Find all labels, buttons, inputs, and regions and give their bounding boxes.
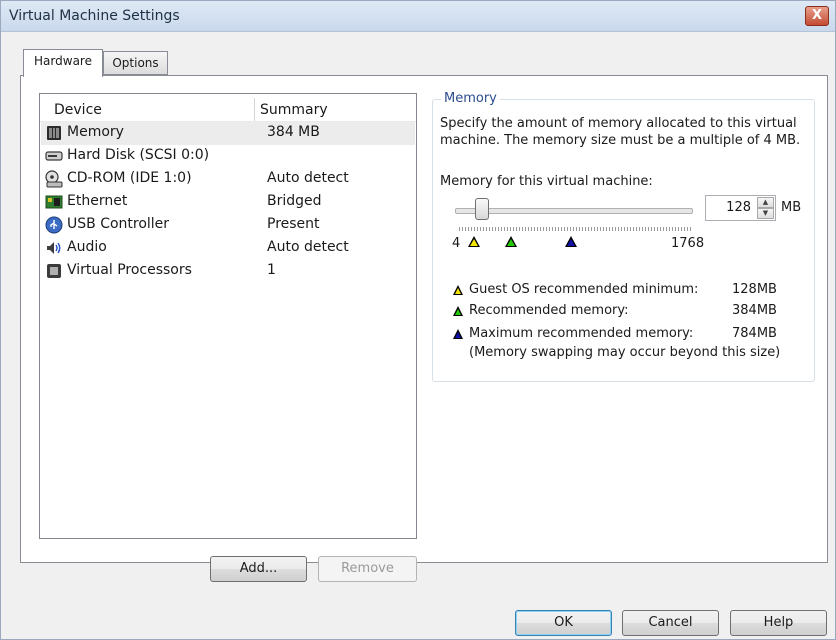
device-summary: Bridged (267, 193, 322, 209)
slider-max-label: 1768 (671, 236, 705, 251)
green-triangle-icon (453, 306, 463, 316)
memory-spinbox[interactable]: 128 ▲ ▼ (705, 195, 776, 221)
device-summary: 1 (267, 262, 276, 278)
device-summary: Auto detect (267, 170, 349, 186)
title-bar: Virtual Machine Settings X (1, 1, 835, 32)
device-row-hard-disk[interactable]: Hard Disk (SCSI 0:0) (41, 145, 415, 168)
device-name: CD-ROM (IDE 1:0) (67, 170, 192, 186)
memory-slider-thumb[interactable] (475, 198, 490, 220)
audio-icon (47, 242, 61, 254)
slider-marker-2 (565, 236, 578, 247)
tab-options[interactable]: Options (103, 51, 168, 75)
device-name: USB Controller (67, 216, 170, 232)
device-name: Ethernet (67, 193, 128, 209)
memory-unit: MB (781, 200, 802, 215)
legend-label: Maximum recommended memory: (469, 326, 694, 341)
device-row-cdrom[interactable]: CD-ROM (IDE 1:0) Auto detect (41, 168, 415, 191)
summary-column-header[interactable]: Summary (260, 102, 328, 118)
device-name: Memory (67, 124, 124, 140)
device-list[interactable]: Device Summary Memory 384 MB Hard Disk (… (39, 93, 417, 539)
slider-min-label: 4 (452, 236, 461, 251)
yellow-triangle-icon (453, 285, 463, 295)
blue-triangle-icon (453, 329, 463, 339)
memory-swap-note: (Memory swapping may occur beyond this s… (469, 345, 781, 360)
processor-icon (47, 264, 61, 278)
legend-label: Guest OS recommended minimum: (469, 282, 699, 297)
device-name: Hard Disk (SCSI 0:0) (67, 147, 210, 163)
remove-button[interactable]: Remove (318, 556, 417, 582)
device-row-ethernet[interactable]: Ethernet Bridged (41, 191, 415, 214)
legend-label: Recommended memory: (469, 303, 629, 318)
memory-description: Specify the amount of memory allocated t… (440, 116, 801, 148)
spin-up-button[interactable]: ▲ (757, 197, 774, 208)
device-summary: 384 MB (267, 124, 320, 140)
spin-down-button[interactable]: ▼ (757, 208, 774, 219)
device-column-header[interactable]: Device (54, 102, 102, 118)
device-row-processors[interactable]: Virtual Processors 1 (41, 260, 415, 283)
device-name: Virtual Processors (67, 262, 192, 278)
device-summary: Present (267, 216, 320, 232)
legend-value: 784MB (732, 326, 777, 341)
cancel-button[interactable]: Cancel (622, 610, 719, 636)
help-button[interactable]: Help (730, 610, 827, 636)
ok-button[interactable]: OK (515, 610, 612, 636)
memory-label: Memory for this virtual machine: (440, 174, 653, 189)
device-row-memory[interactable]: Memory 384 MB (41, 122, 415, 145)
device-row-usb[interactable]: USB Controller Present (41, 214, 415, 237)
device-row-audio[interactable]: Audio Auto detect (41, 237, 415, 260)
add-button[interactable]: Add... (210, 556, 307, 582)
slider-marker-0 (467, 236, 480, 247)
slider-ticks (459, 227, 691, 231)
memory-icon (47, 126, 61, 140)
device-summary: Auto detect (267, 239, 349, 255)
tab-hardware[interactable]: Hardware (23, 49, 103, 77)
slider-marker-1 (504, 236, 517, 247)
device-name: Audio (67, 239, 107, 255)
vm-settings-window: Virtual Machine Settings X Options Hardw… (0, 0, 836, 640)
legend-value: 384MB (732, 303, 777, 318)
hard-disk-icon (45, 151, 63, 161)
memory-slider-track[interactable] (455, 208, 693, 214)
memory-group-title: Memory (441, 91, 500, 106)
window-title: Virtual Machine Settings (9, 8, 180, 24)
cdrom-icon (45, 170, 63, 188)
usb-icon (45, 216, 63, 234)
legend-value: 128MB (732, 282, 777, 297)
close-button[interactable]: X (805, 6, 829, 26)
memory-value[interactable]: 128 (726, 200, 751, 215)
ethernet-icon (45, 195, 63, 209)
column-separator (254, 98, 255, 122)
